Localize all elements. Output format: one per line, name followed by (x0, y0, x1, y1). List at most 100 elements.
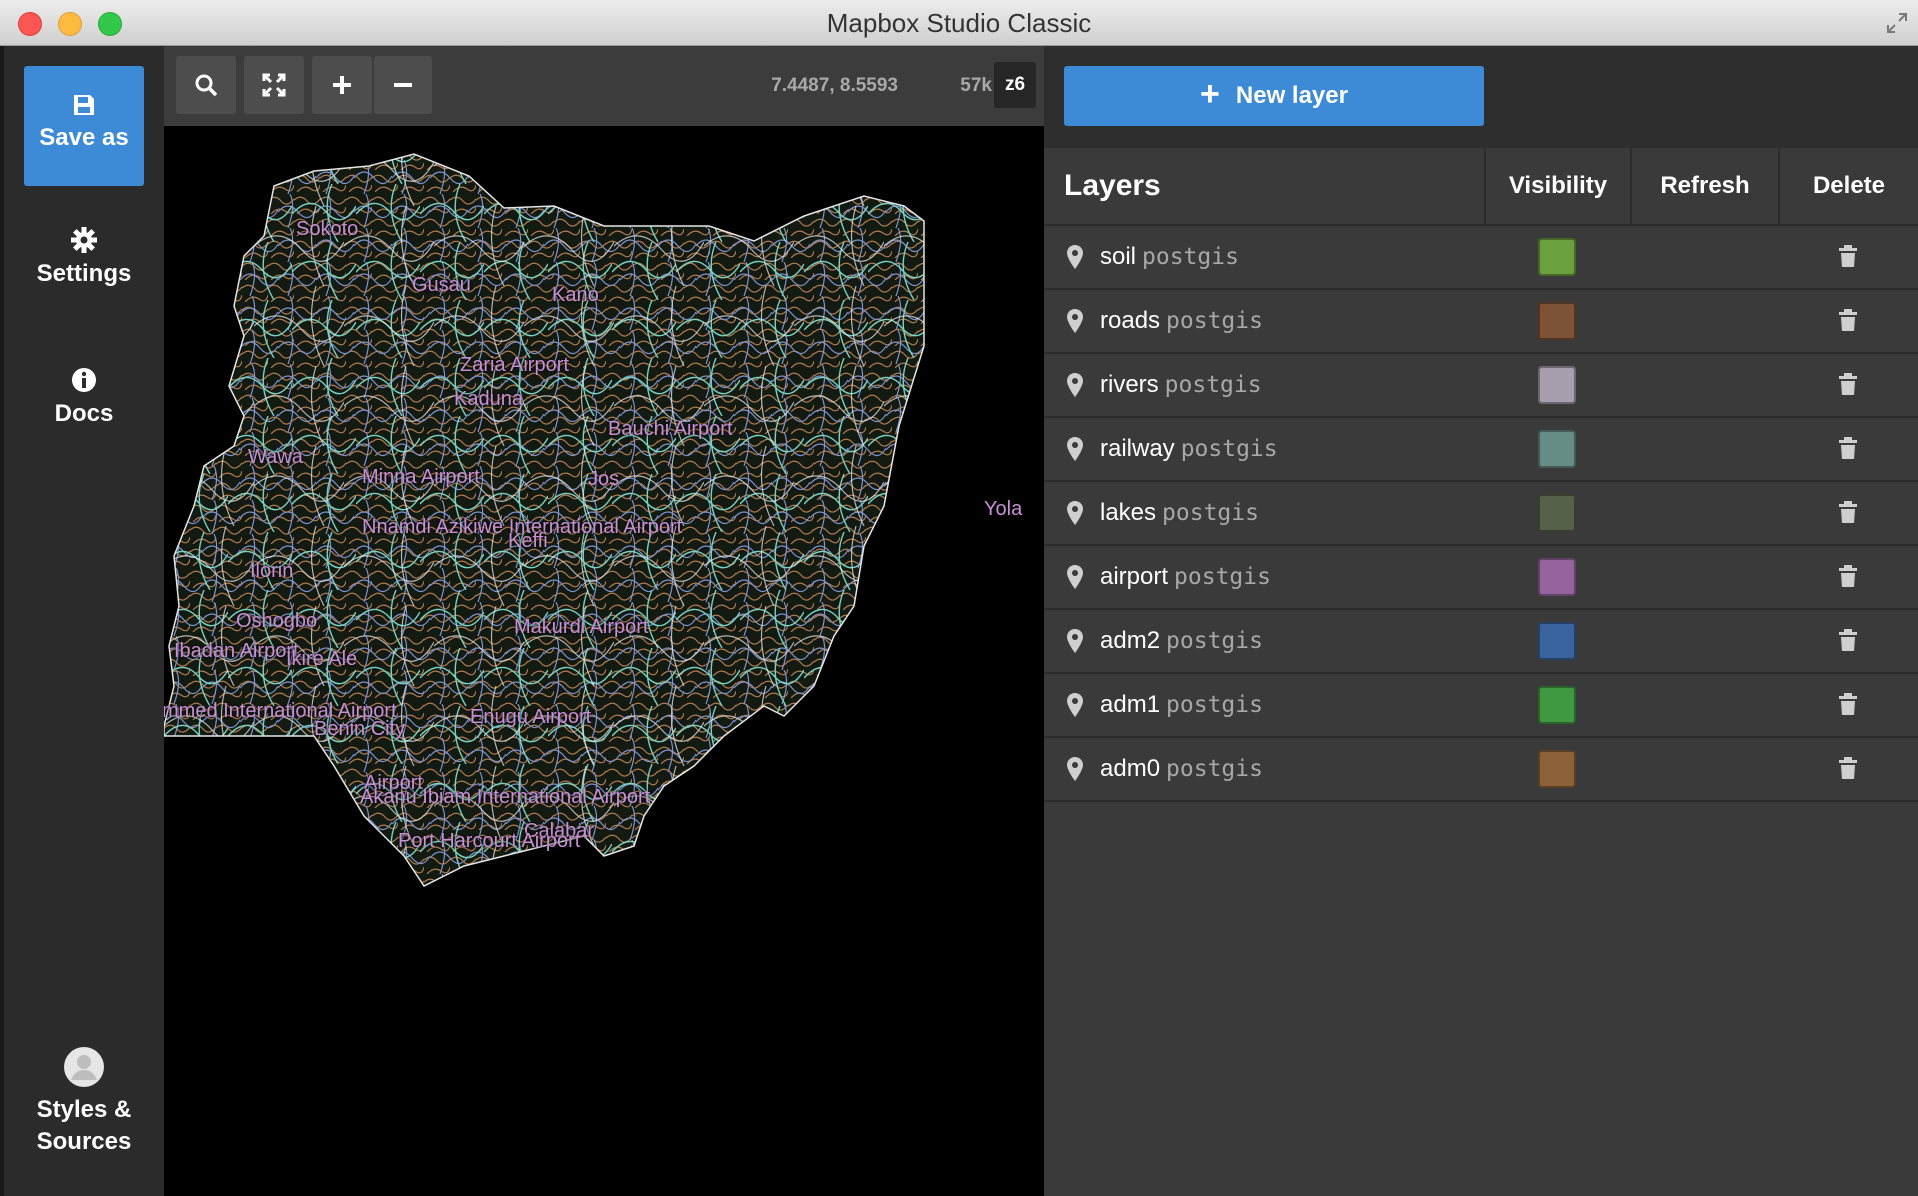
settings-button[interactable]: Settings (24, 226, 144, 326)
fit-bounds-button[interactable] (244, 56, 304, 114)
visibility-toggle[interactable] (1538, 494, 1576, 532)
layer-source: postgis (1166, 308, 1263, 334)
visibility-toggle[interactable] (1538, 238, 1576, 276)
trash-icon[interactable] (1838, 756, 1858, 780)
layer-id: railway (1100, 435, 1175, 462)
trash-icon[interactable] (1838, 372, 1858, 396)
layer-source: postgis (1166, 756, 1263, 782)
map-pin-icon (1067, 693, 1083, 717)
layer-id: roads (1100, 307, 1161, 334)
layers-table-header: Layers Visibility Refresh Delete (1044, 148, 1918, 226)
fullscreen-icon[interactable] (1886, 12, 1908, 34)
trash-icon[interactable] (1838, 500, 1858, 524)
layer-name[interactable]: railway postgis (1100, 418, 1278, 480)
map-label: Benin City (314, 718, 406, 740)
layer-name[interactable]: roads postgis (1100, 290, 1263, 352)
styles-label-line2: Sources (36, 1128, 132, 1155)
layer-source: postgis (1142, 244, 1239, 270)
layer-name[interactable]: rivers postgis (1100, 354, 1262, 416)
sidebar-edge (0, 46, 4, 1196)
save-as-button[interactable]: Save as (24, 66, 144, 186)
layer-row[interactable]: adm2 postgis (1044, 610, 1918, 674)
feature-count: 57k (960, 75, 992, 96)
delete-column-header: Delete (1778, 148, 1918, 224)
layer-id: lakes (1100, 499, 1157, 526)
trash-icon[interactable] (1838, 308, 1858, 332)
map-label: Wawa (248, 446, 303, 468)
visibility-toggle[interactable] (1538, 558, 1576, 596)
new-layer-button[interactable]: + New layer (1064, 66, 1484, 126)
map-label: Yola (984, 498, 1023, 520)
map-view[interactable]: Sokoto Gusau Kano Zaria Airport Kaduna B… (164, 126, 1044, 1196)
layer-id: rivers (1100, 371, 1159, 398)
layers-panel-toolbar: + New layer (1044, 46, 1918, 148)
save-as-label: Save as (39, 124, 129, 151)
layer-row[interactable]: roads postgis (1044, 290, 1918, 354)
map-label: Kano (552, 284, 599, 306)
layer-row[interactable]: rivers postgis (1044, 354, 1918, 418)
map-toolbar: 7.4487, 8.5593 57k z6 (164, 46, 1044, 126)
layer-name[interactable]: lakes postgis (1100, 482, 1259, 544)
layer-row[interactable]: soil postgis (1044, 226, 1918, 290)
trash-icon[interactable] (1838, 564, 1858, 588)
map-pin-icon (1067, 757, 1083, 781)
map-label: Akanu Ibiam International Airport (360, 786, 651, 808)
zoom-out-button[interactable] (374, 56, 432, 114)
layers-panel: + New layer Layers Visibility Refresh De… (1044, 46, 1918, 1196)
visibility-toggle[interactable] (1538, 430, 1576, 468)
layer-id: adm1 (1100, 691, 1161, 718)
layer-row[interactable]: lakes postgis (1044, 482, 1918, 546)
layer-name[interactable]: adm2 postgis (1100, 610, 1263, 672)
trash-icon[interactable] (1838, 628, 1858, 652)
layer-source: postgis (1166, 628, 1263, 654)
map-pin-icon (1067, 565, 1083, 589)
gear-icon (71, 227, 97, 253)
refresh-column-header: Refresh (1630, 148, 1778, 224)
map-label: Ibadan Airport (174, 640, 299, 662)
map-pin-icon (1067, 373, 1083, 397)
visibility-toggle[interactable] (1538, 622, 1576, 660)
docs-button[interactable]: Docs (24, 366, 144, 466)
window-title: Mapbox Studio Classic (826, 8, 1092, 38)
zoom-level-badge: z6 (994, 62, 1036, 108)
layer-row[interactable]: railway postgis (1044, 418, 1918, 482)
layer-name[interactable]: adm0 postgis (1100, 738, 1263, 800)
visibility-toggle[interactable] (1538, 366, 1576, 404)
styles-sources-button[interactable]: Styles & Sources (24, 1046, 144, 1186)
visibility-column-header: Visibility (1484, 148, 1630, 224)
sidebar: Save as Settings Docs Styles & Sources (0, 46, 164, 1196)
minus-icon (394, 83, 412, 87)
trash-icon[interactable] (1838, 692, 1858, 716)
map-label: Sokoto (296, 218, 359, 240)
map-label: Enugu Airport (470, 706, 592, 728)
visibility-toggle[interactable] (1538, 686, 1576, 724)
zoom-in-button[interactable] (312, 56, 372, 114)
visibility-toggle[interactable] (1538, 750, 1576, 788)
layer-id: airport (1100, 563, 1169, 590)
layer-source: postgis (1162, 500, 1259, 526)
plus-icon: + (1200, 75, 1220, 113)
layer-row[interactable]: adm0 postgis (1044, 738, 1918, 802)
map-pin-icon (1067, 437, 1083, 461)
layers-heading: Layers (1064, 169, 1161, 202)
plus-icon (333, 76, 351, 94)
map-pin-icon (1067, 629, 1083, 653)
trash-icon[interactable] (1838, 244, 1858, 268)
layer-id: adm2 (1100, 627, 1161, 654)
search-icon (195, 74, 218, 97)
layer-name[interactable]: airport postgis (1100, 546, 1271, 608)
search-button[interactable] (176, 56, 236, 114)
settings-label: Settings (36, 260, 132, 287)
cursor-coordinates: 7.4487, 8.5593 (771, 75, 898, 96)
layer-source: postgis (1180, 436, 1278, 462)
map-label: Keffi (508, 530, 548, 552)
map-label: Kaduna (454, 388, 523, 410)
map-pin-icon (1067, 501, 1083, 525)
trash-icon[interactable] (1838, 436, 1858, 460)
layer-name[interactable]: adm1 postgis (1100, 674, 1263, 736)
layer-row[interactable]: airport postgis (1044, 546, 1918, 610)
visibility-toggle[interactable] (1538, 302, 1576, 340)
layer-row[interactable]: adm1 postgis (1044, 674, 1918, 738)
layer-name[interactable]: soil postgis (1100, 226, 1239, 288)
map-label: Ikire Ale (286, 648, 358, 670)
